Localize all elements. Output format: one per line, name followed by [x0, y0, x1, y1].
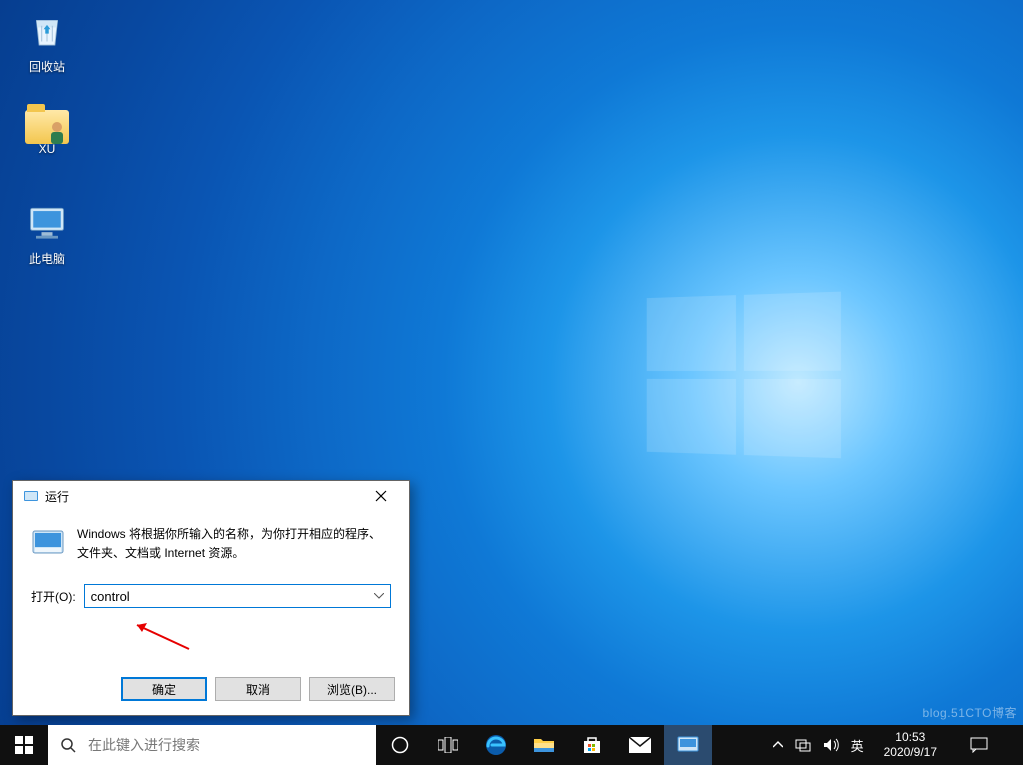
- ime-indicator[interactable]: 英: [851, 736, 864, 755]
- windows-logo-wallpaper: [647, 292, 841, 459]
- ok-button[interactable]: 确定: [121, 677, 207, 701]
- windows-logo-icon: [15, 736, 33, 754]
- taskbar-item-file-explorer[interactable]: [520, 725, 568, 765]
- cortana-icon: [391, 736, 409, 754]
- network-icon[interactable]: [795, 738, 811, 752]
- recycle-bin-icon: [24, 8, 70, 54]
- file-explorer-icon: [533, 736, 555, 754]
- taskbar-item-cortana[interactable]: [376, 725, 424, 765]
- open-combobox[interactable]: [84, 584, 391, 608]
- desktop-icon-recycle-bin[interactable]: 回收站: [10, 8, 84, 75]
- search-placeholder: 在此键入进行搜索: [88, 735, 200, 755]
- tray-chevron-up-icon[interactable]: [773, 738, 783, 752]
- desktop-icon-label: 回收站: [10, 58, 84, 75]
- action-center-icon: [970, 737, 988, 753]
- open-input[interactable]: [84, 584, 391, 608]
- run-dialog-titlebar[interactable]: 运行: [13, 481, 409, 511]
- run-app-icon: [677, 736, 699, 754]
- taskbar-item-mail[interactable]: [616, 725, 664, 765]
- taskbar-item-run-app[interactable]: [664, 725, 712, 765]
- run-dialog-title-icon: [23, 488, 39, 504]
- task-view-icon: [438, 737, 458, 753]
- start-button[interactable]: [0, 725, 48, 765]
- browse-button[interactable]: 浏览(B)...: [309, 677, 395, 701]
- watermark: blog.51CTO博客: [923, 704, 1017, 721]
- clock-time: 10:53: [884, 730, 937, 745]
- desktop-icon-folder-xu[interactable]: XU: [10, 104, 84, 156]
- taskbar-item-task-view[interactable]: [424, 725, 472, 765]
- desktop-icon-label: XU: [10, 142, 84, 156]
- search-icon: [48, 737, 88, 753]
- run-dialog: 运行 Windows 将根据你所输入的名称，为你打开相应的程序、文件夹、文档或 …: [12, 480, 410, 716]
- this-pc-icon: [24, 200, 70, 246]
- taskbar-search[interactable]: 在此键入进行搜索: [48, 725, 376, 765]
- close-button[interactable]: [359, 481, 403, 511]
- chevron-down-icon[interactable]: [371, 588, 387, 604]
- run-dialog-title: 运行: [45, 488, 359, 505]
- taskbar-item-microsoft-store[interactable]: [568, 725, 616, 765]
- taskbar: 在此键入进行搜索 英 10:53 2020/9/17: [0, 725, 1023, 765]
- desktop-icon-label: 此电脑: [10, 250, 84, 267]
- run-dialog-description: Windows 将根据你所输入的名称，为你打开相应的程序、文件夹、文档或 Int…: [77, 525, 391, 562]
- mail-icon: [629, 737, 651, 753]
- close-icon: [375, 490, 387, 502]
- system-tray: 英 10:53 2020/9/17: [763, 725, 1023, 765]
- run-dialog-body-icon: [31, 525, 65, 559]
- taskbar-clock[interactable]: 10:53 2020/9/17: [876, 730, 945, 760]
- annotation-arrow: [131, 621, 191, 651]
- edge-icon: [485, 734, 507, 756]
- open-label: 打开(O):: [31, 588, 76, 605]
- taskbar-item-edge[interactable]: [472, 725, 520, 765]
- cancel-button[interactable]: 取消: [215, 677, 301, 701]
- desktop-icon-this-pc[interactable]: 此电脑: [10, 200, 84, 267]
- action-center-button[interactable]: [957, 737, 1001, 753]
- clock-date: 2020/9/17: [884, 745, 937, 760]
- folder-icon: [25, 110, 69, 144]
- volume-icon[interactable]: [823, 738, 839, 752]
- microsoft-store-icon: [582, 735, 602, 755]
